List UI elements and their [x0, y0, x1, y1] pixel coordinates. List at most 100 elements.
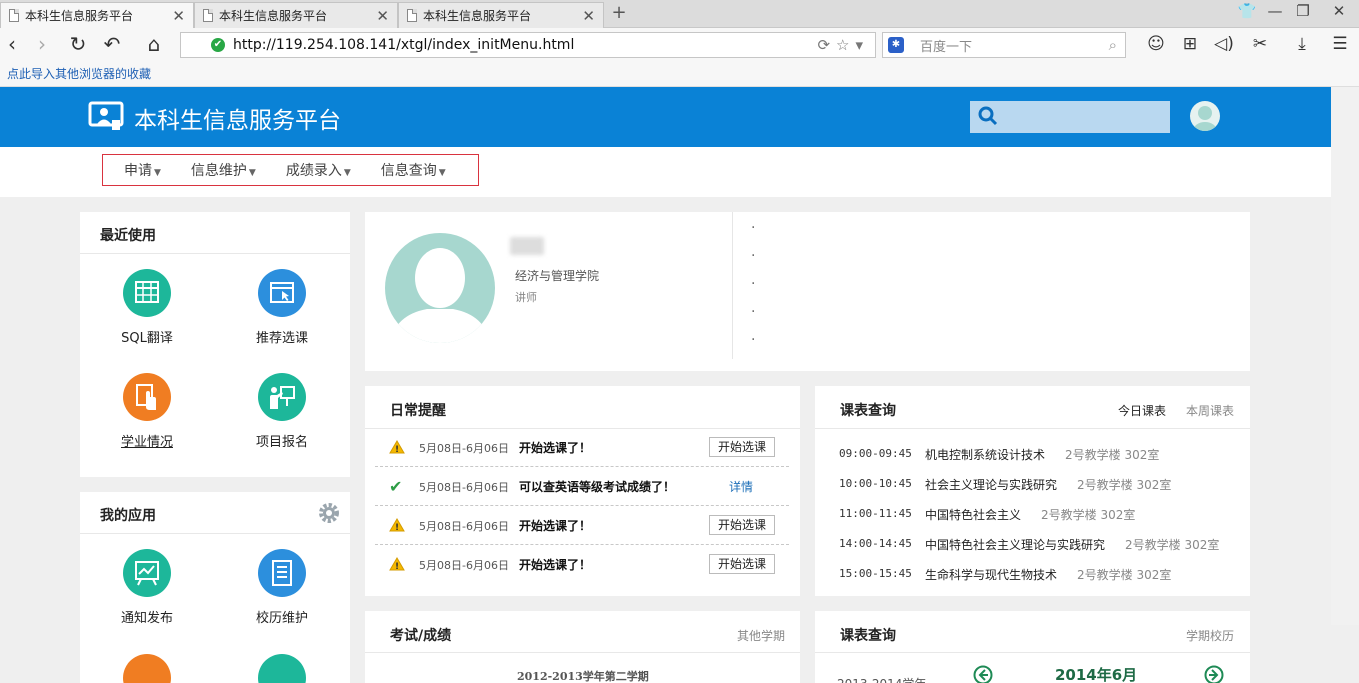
- forward-icon[interactable]: ›: [30, 33, 54, 57]
- schedule-room: 2号教学楼 302室: [1065, 448, 1160, 462]
- user-silhouette-icon: [1193, 106, 1217, 131]
- minimize-icon[interactable]: —: [1262, 2, 1288, 20]
- reminder-row: ! 5月08日-6月06日 开始选课了！ 开始选课: [375, 506, 789, 545]
- close-window-icon[interactable]: ✕: [1326, 2, 1352, 20]
- reminder-date: 5月08日-6月06日: [419, 520, 509, 533]
- app-label: 推荐选课: [255, 331, 308, 346]
- profile-name-redacted: [510, 237, 544, 255]
- menu-apply[interactable]: 申请 ▼: [124, 160, 161, 180]
- menu-grade-entry[interactable]: 成绩录入 ▼: [286, 160, 351, 180]
- menu-info-query[interactable]: 信息查询 ▼: [381, 160, 446, 180]
- app-notice-publish[interactable]: 通知发布: [92, 549, 202, 626]
- reminder-text: 可以查英语等级考试成绩了！: [519, 480, 676, 494]
- term-calendar-link[interactable]: 学期校历: [1186, 627, 1234, 644]
- url-text[interactable]: http://119.254.108.141/xtgl/index_initMe…: [233, 37, 574, 53]
- app-project-signup[interactable]: 项目报名: [227, 373, 337, 450]
- undo-icon[interactable]: ↶: [100, 33, 124, 57]
- start-course-selection-button[interactable]: 开始选课: [709, 437, 775, 457]
- recent-title: 最近使用: [100, 228, 156, 244]
- download-icon[interactable]: ⤓: [1290, 34, 1314, 54]
- new-tab-button[interactable]: +: [606, 3, 632, 25]
- app-label: 项目报名: [255, 435, 308, 450]
- apps-grid-icon[interactable]: ⊞: [1178, 34, 1202, 54]
- details-link[interactable]: 详情: [729, 478, 753, 495]
- list-bullet: ·: [751, 304, 756, 320]
- close-tab-icon[interactable]: ✕: [582, 7, 595, 25]
- my-apps-title: 我的应用: [100, 508, 156, 524]
- close-tab-icon[interactable]: ✕: [172, 7, 185, 25]
- app-label: 校历维护: [255, 611, 308, 626]
- reminder-text: 开始选课了！: [519, 441, 592, 455]
- app-recommend-course[interactable]: 推荐选课: [227, 269, 337, 346]
- caret-down-icon: ▼: [154, 168, 161, 178]
- board-chart-icon: [123, 549, 171, 597]
- schedule-room: 2号教学楼 302室: [1041, 508, 1136, 522]
- search-icon[interactable]: ⌕: [1109, 36, 1117, 54]
- browser-search-box[interactable]: ✱ 百度一下 ⌕: [882, 32, 1126, 58]
- tab-today-schedule[interactable]: 今日课表: [1118, 402, 1166, 419]
- reminder-date: 5月08日-6月06日: [419, 559, 509, 572]
- next-month-icon[interactable]: [1204, 665, 1224, 683]
- map-icon: [258, 654, 306, 683]
- baidu-paw-icon: ✱: [888, 37, 904, 53]
- import-favorites-link[interactable]: 点此导入其他浏览器的收藏: [7, 65, 151, 82]
- start-course-selection-button[interactable]: 开始选课: [709, 554, 775, 574]
- prev-month-icon[interactable]: [973, 665, 993, 683]
- user-avatar[interactable]: [1190, 101, 1220, 131]
- app-calendar-maintenance[interactable]: 校历维护: [227, 549, 337, 626]
- header-search-input[interactable]: [970, 101, 1170, 133]
- menu-info-maintenance[interactable]: 信息维护 ▼: [191, 160, 256, 180]
- browser-tab-title: 本科生信息服务平台: [25, 9, 134, 23]
- app-partial-2[interactable]: [227, 654, 337, 683]
- schedule-course: 生命科学与现代生物技术: [925, 568, 1058, 582]
- reminder-row: ! 5月08日-6月06日 开始选课了！ 开始选课: [375, 428, 789, 467]
- app-sql-translate[interactable]: SQL翻译: [92, 269, 202, 346]
- profile-panel: 经济与管理学院 讲师 · · · · ·: [365, 212, 1250, 371]
- app-label: 学业情况: [120, 435, 173, 450]
- book-hand-icon: [123, 373, 171, 421]
- user-icon: [123, 654, 171, 683]
- tab-week-schedule[interactable]: 本周课表: [1186, 402, 1234, 419]
- skin-icon[interactable]: 👕: [1234, 2, 1260, 20]
- list-bullet: ·: [751, 248, 756, 264]
- search-icon[interactable]: [978, 106, 998, 126]
- home-icon[interactable]: ⌂: [142, 33, 166, 57]
- profile-role: 讲师: [515, 291, 537, 304]
- document-icon: [407, 9, 417, 22]
- schedule-time: 10:00-10:45: [839, 477, 912, 490]
- close-tab-icon[interactable]: ✕: [376, 7, 389, 25]
- app-partial-1[interactable]: [92, 654, 202, 683]
- site-header: 本科生信息服务平台: [0, 87, 1331, 147]
- volume-icon[interactable]: ◁): [1212, 34, 1236, 54]
- page-scrollbar-area[interactable]: [1331, 87, 1359, 625]
- browser-tab-title: 本科生信息服务平台: [219, 9, 328, 23]
- exams-panel: 考试/成绩 其他学期 2012-2013学年第二学期: [365, 611, 800, 683]
- restore-icon[interactable]: ❐: [1290, 2, 1316, 20]
- reload-icon[interactable]: ↻: [66, 33, 90, 57]
- address-bar[interactable]: ✔ http://119.254.108.141/xtgl/index_init…: [180, 32, 876, 58]
- other-terms-link[interactable]: 其他学期: [737, 627, 785, 644]
- chat-icon[interactable]: ☺: [1144, 34, 1168, 54]
- reminders-panel: 日常提醒 ! 5月08日-6月06日 开始选课了！ 开始选课 ✔ 5月08日-6…: [365, 386, 800, 596]
- browser-tab-1[interactable]: 本科生信息服务平台 ✕: [0, 2, 194, 28]
- profile-department: 经济与管理学院: [515, 269, 600, 283]
- warning-icon: !: [389, 557, 405, 571]
- schedule-course: 社会主义理论与实践研究: [925, 478, 1058, 492]
- favorites-bar: 点此导入其他浏览器的收藏: [0, 62, 1359, 87]
- check-icon: ✔: [389, 477, 403, 496]
- exam-term-label: 2012-2013学年第二学期: [517, 670, 649, 683]
- start-course-selection-button[interactable]: 开始选课: [709, 515, 775, 535]
- gear-icon[interactable]: [318, 502, 340, 524]
- caret-down-icon: ▼: [343, 168, 351, 178]
- browser-tab-3[interactable]: 本科生信息服务平台 ✕: [398, 2, 604, 28]
- scissors-icon[interactable]: ✂: [1248, 34, 1272, 54]
- calendar-panel: 课表查询 学期校历 2013-2014学年 2014年6月: [815, 611, 1250, 683]
- app-academic-status[interactable]: 学业情况: [92, 373, 202, 450]
- menu-icon[interactable]: ☰: [1328, 34, 1352, 54]
- bookmark-star-icon[interactable]: ⟳☆▾: [817, 36, 869, 54]
- reminder-date: 5月08日-6月06日: [419, 442, 509, 455]
- browser-tab-2[interactable]: 本科生信息服务平台 ✕: [194, 2, 398, 28]
- document-list-icon: [258, 549, 306, 597]
- back-icon[interactable]: ‹: [0, 33, 24, 57]
- calendar-year-label: 2013-2014学年: [837, 675, 926, 683]
